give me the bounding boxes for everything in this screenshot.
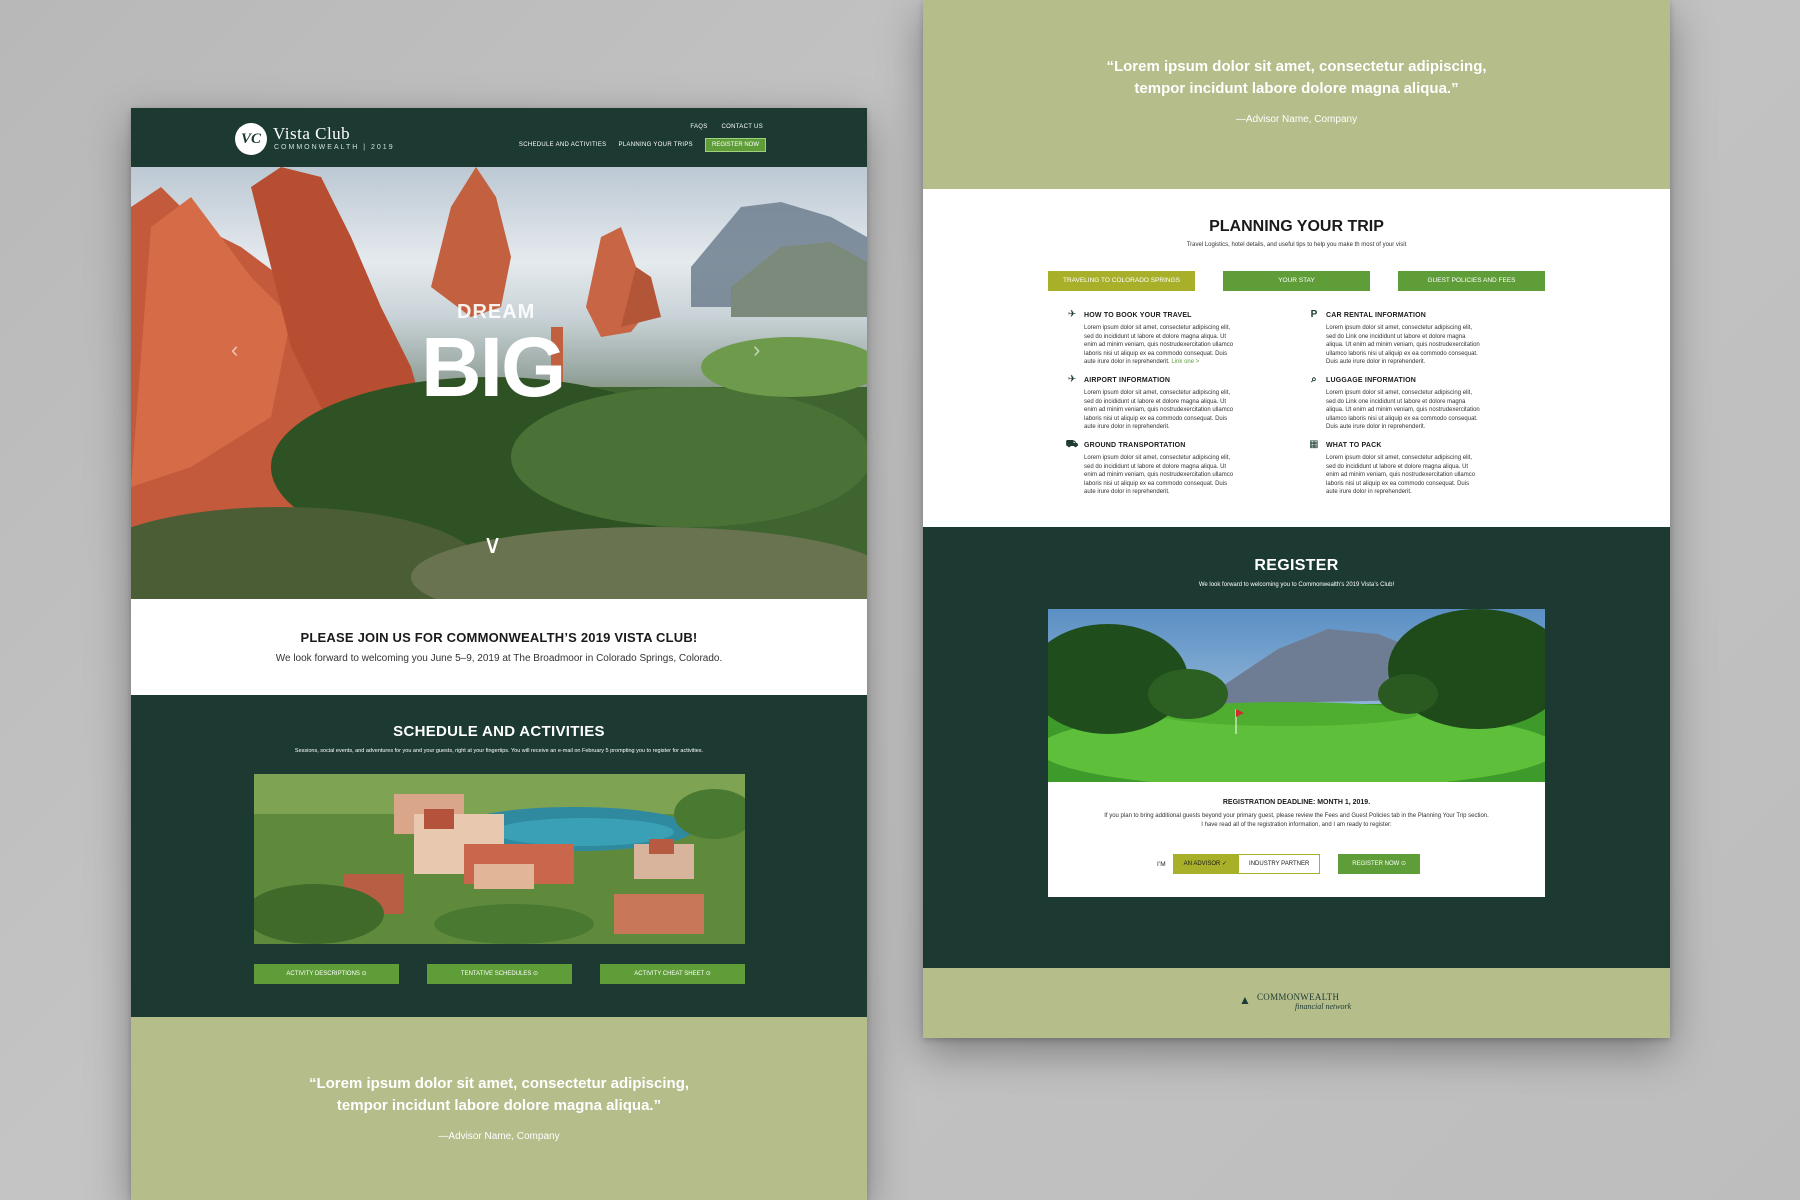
commonwealth-mark-icon: ▲ <box>1239 993 1251 1007</box>
nav-faqs[interactable]: FAQS <box>690 124 707 130</box>
parking-icon: P <box>1310 309 1318 320</box>
scroll-down-chevron-icon[interactable]: ∨ <box>483 529 502 560</box>
info-title: AIRPORT INFORMATION <box>1084 376 1171 384</box>
register-subtitle: We look forward to welcoming you to Comm… <box>1198 582 1395 588</box>
hero-caption-large: BIG <box>421 320 566 414</box>
vista-club-homepage-mockup: VC Vista Club COMMONWEALTH | 2019 FAQS C… <box>131 108 867 1200</box>
info-body: Lorem ipsum dolor sit amet, consectetur … <box>1084 455 1234 495</box>
carousel-next-icon[interactable]: › <box>753 337 760 363</box>
intro-section: PLEASE JOIN US FOR COMMONWEALTH’S 2019 V… <box>131 599 867 695</box>
im-label: I’M <box>1157 860 1166 868</box>
logo-name[interactable]: Vista Club <box>273 124 350 144</box>
luggage-tag-icon: ⌕ <box>1311 374 1317 385</box>
info-title: GROUND TRANSPORTATION <box>1084 441 1186 449</box>
broadmoor-resort-image <box>254 774 745 944</box>
tab-your-stay[interactable]: YOUR STAY <box>1223 271 1370 291</box>
footer-logo-name: COMMONWEALTH <box>1257 992 1340 1002</box>
tentative-schedules-button[interactable]: TENTATIVE SCHEDULES ⊙ <box>427 964 572 984</box>
register-section: REGISTER We look forward to welcoming yo… <box>923 527 1670 968</box>
tab-traveling-to-colorado-springs[interactable]: TRAVELING TO COLORADO SPRINGS <box>1048 271 1195 291</box>
airplane-icon: ✈ <box>1067 374 1077 385</box>
site-footer: ▲ COMMONWEALTH financial network <box>923 968 1670 1038</box>
info-body: Lorem ipsum dolor sit amet, consectetur … <box>1326 455 1476 495</box>
info-title: WHAT TO PACK <box>1326 441 1382 449</box>
footer-logo-tagline: financial network <box>1295 1002 1352 1011</box>
logo-subtitle: COMMONWEALTH | 2019 <box>274 144 395 151</box>
registration-text-line-2: I have read all of the registration info… <box>1201 822 1392 828</box>
info-title: LUGGAGE INFORMATION <box>1326 376 1416 384</box>
register-now-button[interactable]: REGISTER NOW ⊙ <box>1338 854 1420 874</box>
planning-title: PLANNING YOUR TRIP <box>1209 218 1384 235</box>
link-one[interactable]: Link one > <box>1171 359 1199 365</box>
info-what-to-pack: ▦ WHAT TO PACK Lorem ipsum dolor sit amet… <box>1307 440 1482 497</box>
commonwealth-logo[interactable]: ▲ COMMONWEALTH financial network <box>1239 992 1351 1011</box>
an-advisor-option[interactable]: AN ADVISOR ✓ <box>1172 854 1239 874</box>
testimonial-line-2: tempor incidunt labore dolore magna aliq… <box>336 1097 662 1114</box>
golf-course-image <box>1048 609 1545 782</box>
site-header: VC Vista Club COMMONWEALTH | 2019 FAQS C… <box>131 108 867 167</box>
intro-text: We look forward to welcoming you June 5–… <box>275 653 723 664</box>
main-nav: SCHEDULE AND ACTIVITIES PLANNING YOUR TR… <box>519 138 766 152</box>
utility-nav: FAQS CONTACT US <box>690 124 763 130</box>
schedule-title: SCHEDULE AND ACTIVITIES <box>393 723 605 740</box>
info-car-rental: P CAR RENTAL INFORMATION Lorem ipsum dolo… <box>1307 310 1482 367</box>
tab-guest-policies-and-fees[interactable]: GUEST POLICIES AND FEES <box>1398 271 1545 291</box>
testimonial-attribution: —Advisor Name, Company <box>1235 114 1358 125</box>
info-ground-transportation: ⛟ GROUND TRANSPORTATION Lorem ipsum dolor… <box>1065 440 1240 497</box>
nav-planning-your-trips[interactable]: PLANNING YOUR TRIPS <box>618 142 693 148</box>
hero-banner: DREAM BIG ‹ › ∨ <box>131 167 867 599</box>
intro-title: PLEASE JOIN US FOR COMMONWEALTH’S 2019 V… <box>300 630 698 645</box>
info-body: Lorem ipsum dolor sit amet, consectetur … <box>1084 390 1234 430</box>
registration-type-row: I’M AN ADVISOR ✓ INDUSTRY PARTNER REGIST… <box>1157 854 1420 874</box>
planning-your-trip-section: PLANNING YOUR TRIP Travel Logistics, hot… <box>923 189 1670 527</box>
planning-subtitle: Travel Logistics, hotel details, and use… <box>1186 242 1407 248</box>
testimonial-quote: “Lorem ipsum dolor sit amet, consectetur… <box>131 1073 867 1117</box>
info-title: CAR RENTAL INFORMATION <box>1326 311 1427 319</box>
testimonial-line-1: “Lorem ipsum dolor sit amet, consectetur… <box>1106 58 1487 75</box>
info-luggage: ⌕ LUGGAGE INFORMATION Lorem ipsum dolor s… <box>1307 375 1482 432</box>
registration-card: REGISTRATION DEADLINE: MONTH 1, 2019. If… <box>1048 782 1545 897</box>
industry-partner-option[interactable]: INDUSTRY PARTNER <box>1238 854 1321 874</box>
info-title: HOW TO BOOK YOUR TRAVEL <box>1084 311 1192 319</box>
airplane-takeoff-icon: ✈ <box>1067 309 1077 320</box>
testimonial-line-1: “Lorem ipsum dolor sit amet, consectetur… <box>308 1075 690 1092</box>
registration-deadline: REGISTRATION DEADLINE: MONTH 1, 2019. <box>1222 799 1371 806</box>
schedule-subtitle: Sessions, social events, and adventures … <box>294 748 704 754</box>
info-body: Lorem ipsum dolor sit amet, consectetur … <box>1326 325 1480 365</box>
activity-cheat-sheet-button[interactable]: ACTIVITY CHEAT SHEET ⊙ <box>600 964 745 984</box>
info-body: Lorem ipsum dolor sit amet, consectetur … <box>1326 390 1480 430</box>
vista-club-details-mockup: “Lorem ipsum dolor sit amet, consectetur… <box>923 0 1670 1038</box>
nav-contact-us[interactable]: CONTACT US <box>722 124 763 130</box>
info-body: Lorem ipsum dolor sit amet, consectetur … <box>1084 325 1234 365</box>
car-icon: ⛟ <box>1065 439 1079 450</box>
registration-text-line-1: If you plan to bring additional guests b… <box>1104 813 1489 819</box>
activity-descriptions-button[interactable]: ACTIVITY DESCRIPTIONS ⊙ <box>254 964 399 984</box>
info-airport: ✈ AIRPORT INFORMATION Lorem ipsum dolor s… <box>1065 375 1240 432</box>
testimonial-section: “Lorem ipsum dolor sit amet, consectetur… <box>131 1017 867 1200</box>
registration-instructions: If you plan to bring additional guests b… <box>1048 812 1545 830</box>
suitcase-icon: ▦ <box>1309 439 1319 450</box>
register-title: REGISTER <box>1254 557 1339 574</box>
info-how-to-book-travel: ✈ HOW TO BOOK YOUR TRAVEL Lorem ipsum dol… <box>1065 310 1240 367</box>
testimonial-quote: “Lorem ipsum dolor sit amet, consectetur… <box>923 56 1670 100</box>
schedule-section: SCHEDULE AND ACTIVITIES Sessions, social… <box>131 695 867 1017</box>
testimonial-section: “Lorem ipsum dolor sit amet, consectetur… <box>923 0 1670 189</box>
register-now-button[interactable]: REGISTER NOW <box>704 138 766 152</box>
testimonial-attribution: —Advisor Name, Company <box>438 1131 560 1142</box>
nav-schedule-and-activities[interactable]: SCHEDULE AND ACTIVITIES <box>519 142 607 148</box>
vista-club-logo-icon[interactable]: VC <box>235 123 267 155</box>
testimonial-line-2: tempor incidunt labore dolore magna aliq… <box>1134 80 1459 97</box>
carousel-prev-icon[interactable]: ‹ <box>231 337 238 363</box>
